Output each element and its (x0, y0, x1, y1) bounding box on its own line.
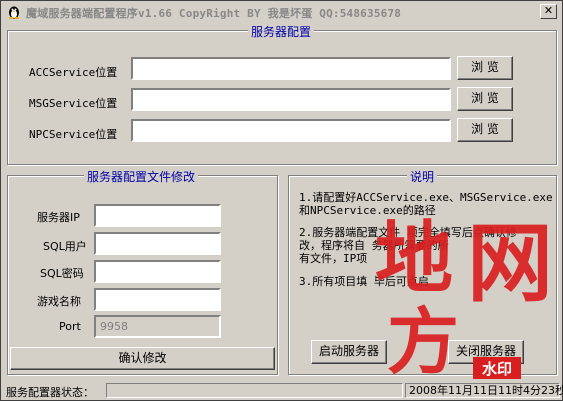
server-config-title: 服务器配置 (248, 23, 315, 40)
main-window: 魔域服务器端配置程序v1.66 CopyRight BY 我是坏蛋 QQ:548… (0, 0, 563, 401)
sql-password-label: SQL密码 (40, 267, 84, 280)
acc-browse-button[interactable]: 浏 览 (457, 56, 513, 80)
status-message-panel (106, 383, 403, 398)
confirm-modify-button[interactable]: 确认修改 (10, 347, 275, 370)
server-ip-input[interactable] (94, 204, 221, 227)
start-server-button[interactable]: 启动服务器 (311, 340, 387, 364)
sql-password-input[interactable] (94, 260, 221, 283)
port-input: 9958 (94, 315, 221, 338)
close-icon: ✕ (543, 4, 554, 17)
instruction-line: 3.所有项目填 毕后可点启 (299, 275, 429, 288)
msg-browse-button[interactable]: 浏 览 (457, 87, 513, 111)
window-title: 魔域服务器端配置程序v1.66 CopyRight BY 我是坏蛋 QQ:548… (26, 7, 402, 20)
server-ip-label: 服务器IP (37, 211, 80, 224)
msg-service-path-input[interactable] (131, 88, 451, 111)
npc-browse-button[interactable]: 浏 览 (457, 118, 513, 142)
title-bar[interactable]: 魔域服务器端配置程序v1.66 CopyRight BY 我是坏蛋 QQ:548… (2, 2, 561, 22)
instructions-title: 说明 (407, 168, 438, 185)
sql-user-input[interactable] (94, 232, 221, 255)
instruction-line: 改，程序将自 务器所需要的所 (299, 239, 449, 252)
instruction-line: 和NPCService.exe的路径 (299, 204, 436, 217)
game-name-label: 游戏名称 (37, 295, 81, 308)
game-name-input[interactable] (94, 288, 221, 311)
stop-server-button[interactable]: 关闭服务器 (448, 340, 524, 364)
msg-service-label: MSGService位置 (29, 97, 118, 110)
port-label: Port (59, 320, 81, 333)
npc-service-path-input[interactable] (131, 119, 451, 142)
status-label: 服务配置器状态： (6, 386, 94, 399)
penguin-icon (9, 6, 19, 19)
status-datetime-panel: 2008年11月11日11时4分23秒 (405, 383, 563, 398)
instruction-line: 1.请配置好ACCService.exe、MSGService.exe (299, 191, 553, 204)
status-bar: 服务配置器状态： 2008年11月11日11时4分23秒 (2, 381, 563, 400)
acc-service-label: ACCService位置 (29, 66, 118, 79)
sql-user-label: SQL用户 (43, 240, 87, 253)
instruction-line: 有文件，IP项 (299, 252, 368, 265)
close-button[interactable]: ✕ (540, 4, 557, 19)
acc-service-path-input[interactable] (131, 57, 451, 80)
instruction-line: 2.服务器端配置文件 项完全填写后点确认修 (299, 226, 517, 239)
file-config-title: 服务器配置文件修改 (84, 168, 199, 185)
npc-service-label: NPCService位置 (29, 128, 118, 141)
